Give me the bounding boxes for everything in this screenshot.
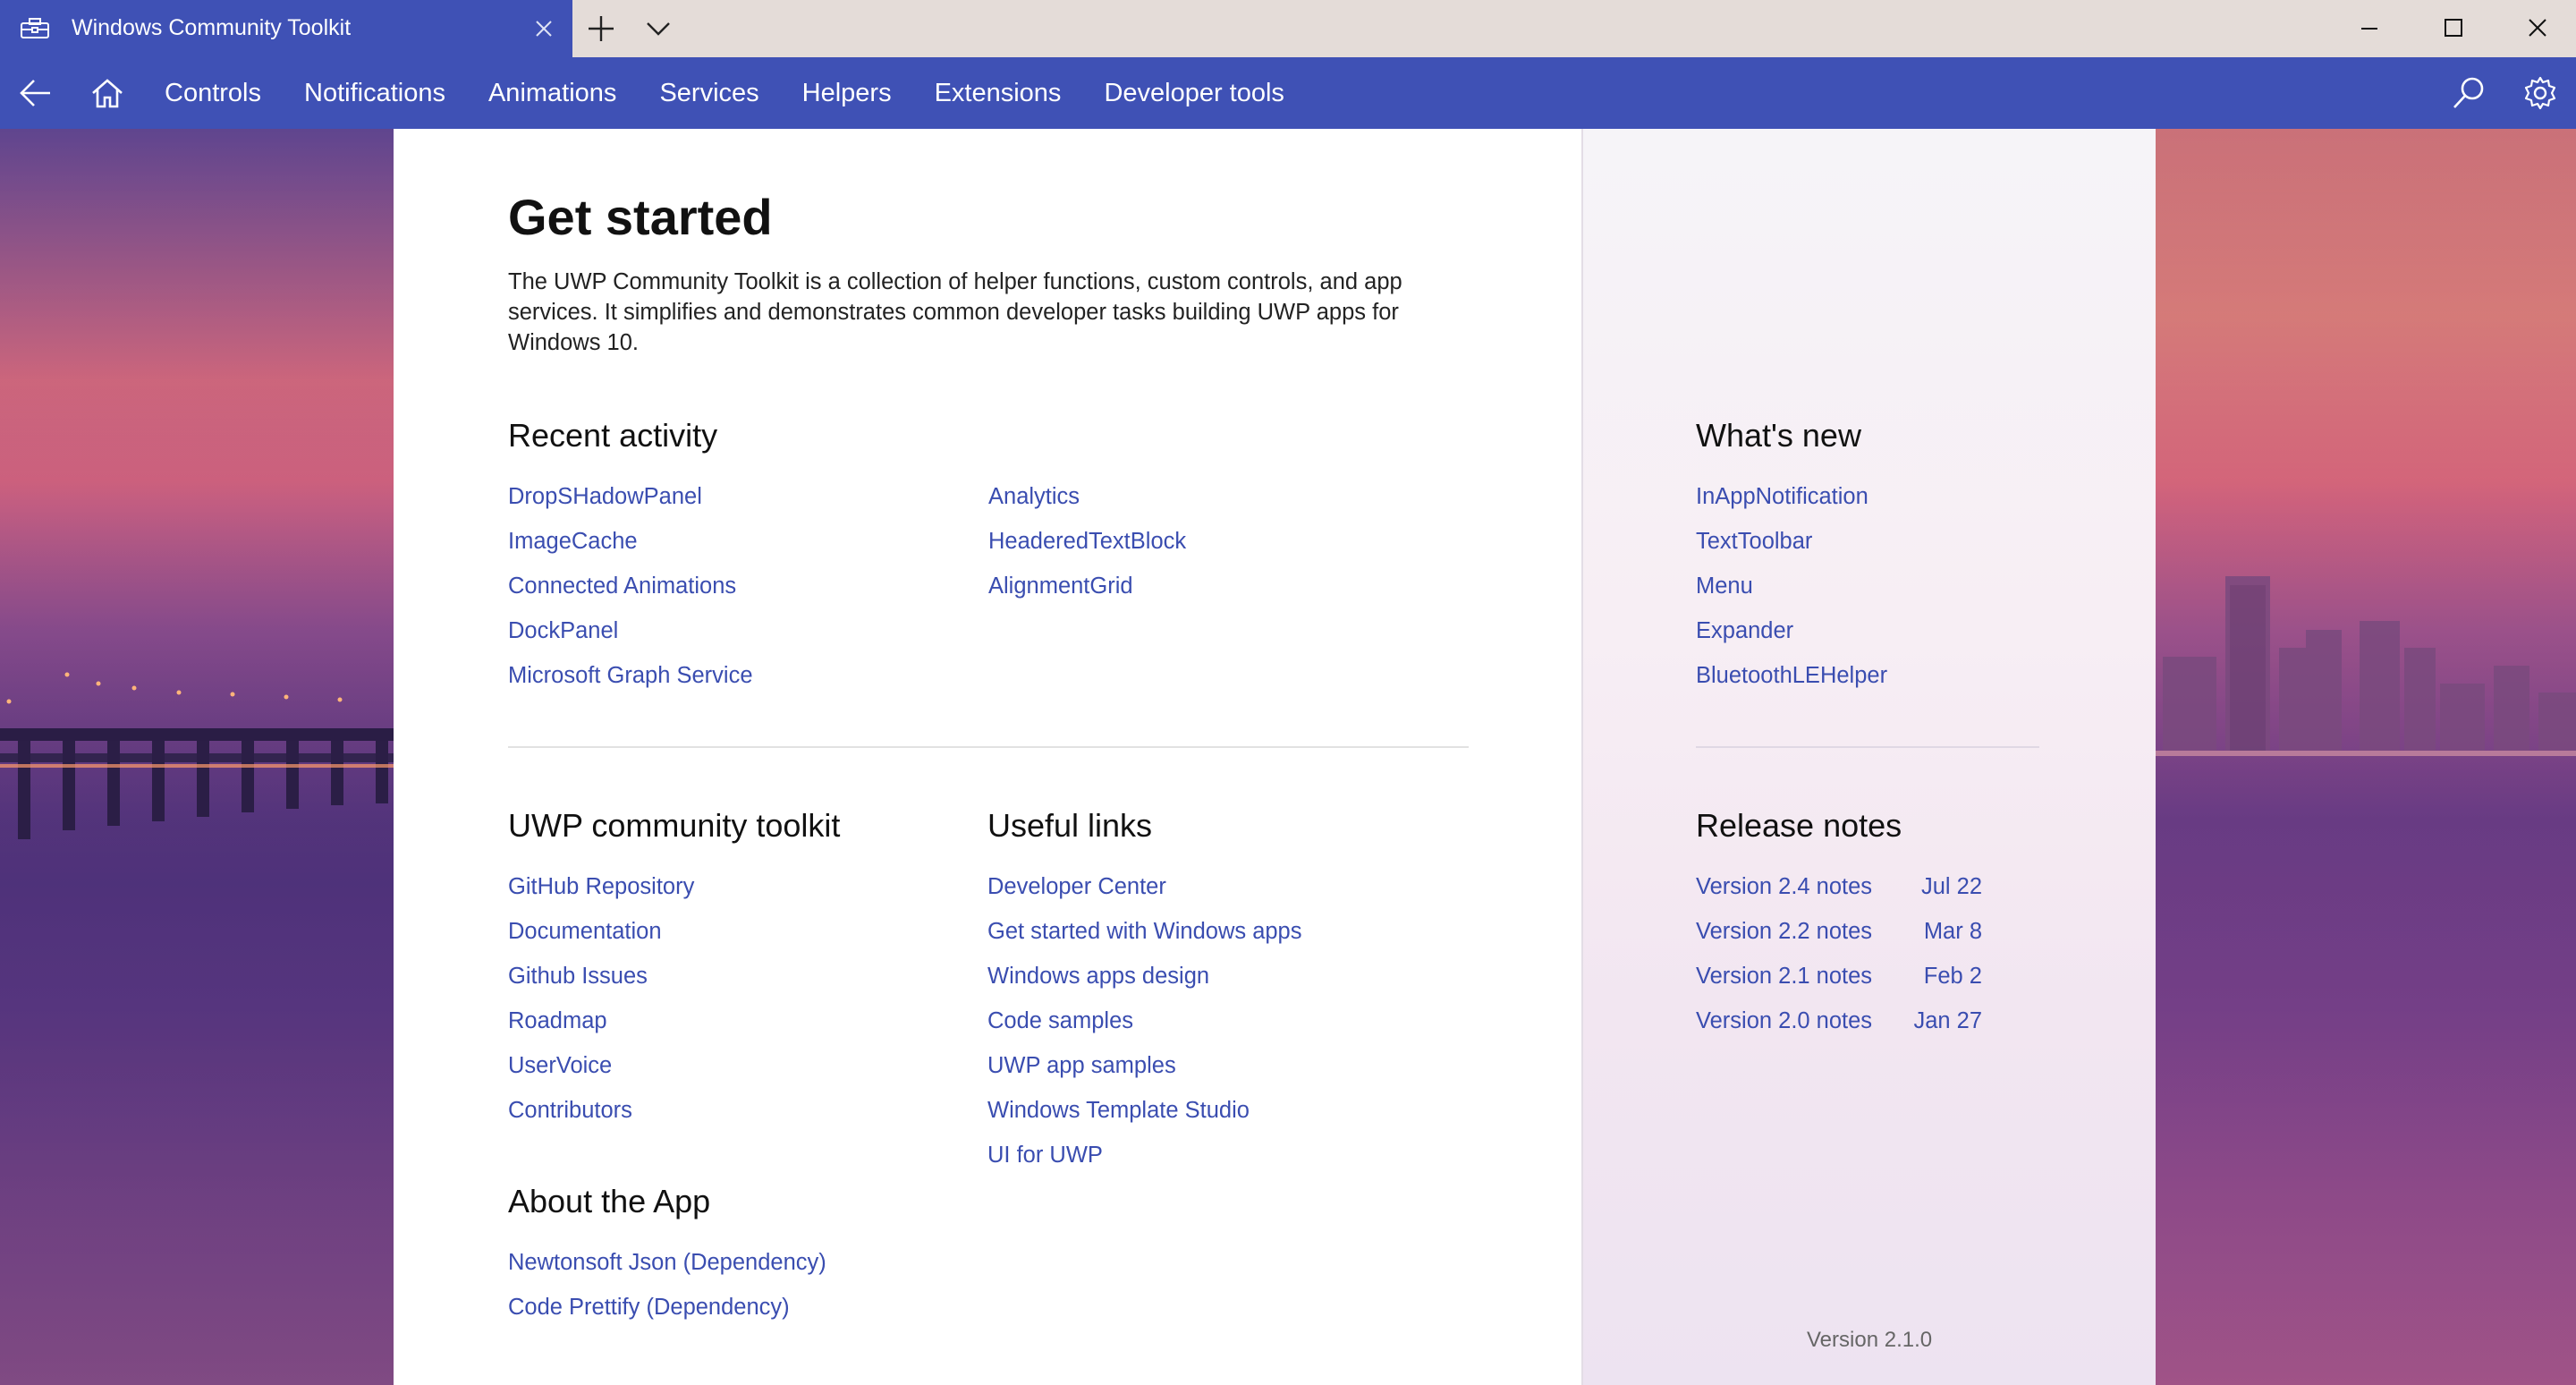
toolkit-link-github-repository[interactable]: GitHub Repository (508, 864, 694, 909)
useful-link[interactable]: Get started with Windows apps (987, 909, 1301, 954)
recent-link[interactable]: DockPanel (508, 608, 753, 653)
navigation-bar: Controls Notifications Animations Servic… (0, 57, 2576, 129)
window-title: Windows Community Toolkit (72, 15, 352, 40)
toolkit-heading: UWP community toolkit (508, 807, 841, 844)
nav-item-extensions[interactable]: Extensions (913, 57, 1083, 129)
bridge-silhouette (0, 672, 394, 839)
about-link-code-prettify[interactable]: Code Prettify (Dependency) (508, 1285, 826, 1330)
recent-link[interactable]: ImageCache (508, 519, 753, 564)
release-note-label[interactable]: Version 2.4 notes (1696, 864, 1872, 909)
toolbox-icon (20, 18, 50, 39)
minimize-icon[interactable] (2327, 0, 2411, 57)
back-arrow-icon[interactable] (16, 73, 55, 113)
release-note-row[interactable]: Version 2.0 notes Jan 27 (1696, 998, 1982, 1043)
whats-new-heading: What's new (1696, 417, 1861, 454)
nav-item-notifications[interactable]: Notifications (283, 57, 467, 129)
release-notes-heading: Release notes (1696, 807, 1902, 844)
whats-new-link[interactable]: TextToolbar (1696, 519, 1887, 564)
new-tab-plus-icon[interactable] (583, 13, 619, 45)
nav-item-helpers[interactable]: Helpers (781, 57, 913, 129)
toolkit-links: GitHub Repository Documentation Github I… (508, 864, 694, 1133)
browser-tab-active[interactable]: Windows Community Toolkit (0, 0, 572, 57)
release-note-row[interactable]: Version 2.2 notes Mar 8 (1696, 909, 1982, 954)
release-note-label[interactable]: Version 2.2 notes (1696, 909, 1872, 954)
release-note-date: Mar 8 (1923, 919, 1982, 944)
release-note-label[interactable]: Version 2.1 notes (1696, 954, 1872, 998)
toolkit-link-uservoice[interactable]: UserVoice (508, 1043, 694, 1088)
toolkit-link-documentation[interactable]: Documentation (508, 909, 694, 954)
recent-link[interactable]: Analytics (988, 474, 1186, 519)
section-divider (508, 746, 1469, 748)
whats-new-link[interactable]: Expander (1696, 608, 1887, 653)
recent-link[interactable]: Microsoft Graph Service (508, 653, 753, 698)
nav-item-services[interactable]: Services (638, 57, 780, 129)
recent-link[interactable]: HeaderedTextBlock (988, 519, 1186, 564)
release-notes-list: Version 2.4 notes Jul 22 Version 2.2 not… (1696, 864, 1982, 1043)
toolkit-link-github-issues[interactable]: Github Issues (508, 954, 694, 998)
recent-link[interactable]: Connected Animations (508, 564, 753, 608)
useful-links-list: Developer Center Get started with Window… (987, 864, 1301, 1177)
recent-activity-list-col1: DropSHadowPanel ImageCache Connected Ani… (508, 474, 753, 698)
gear-icon[interactable] (2521, 73, 2560, 113)
whats-new-link[interactable]: Menu (1696, 564, 1887, 608)
useful-link[interactable]: UWP app samples (987, 1043, 1301, 1088)
nav-item-developer-tools[interactable]: Developer tools (1082, 57, 1306, 129)
title-bar: Windows Community Toolkit (0, 0, 2576, 57)
recent-link[interactable]: DropSHadowPanel (508, 474, 753, 519)
page-description: The UWP Community Toolkit is a collectio… (508, 269, 1402, 355)
page-title: Get started (508, 189, 773, 245)
release-note-row[interactable]: Version 2.4 notes Jul 22 (1696, 864, 1982, 909)
recent-activity-list-col2: Analytics HeaderedTextBlock AlignmentGri… (988, 474, 1186, 608)
about-links: Newtonsoft Json (Dependency) Code Pretti… (508, 1240, 826, 1330)
release-note-date: Jul 22 (1920, 874, 1982, 899)
release-note-label[interactable]: Version 2.0 notes (1696, 998, 1872, 1043)
about-link-newtonsoft[interactable]: Newtonsoft Json (Dependency) (508, 1240, 826, 1285)
useful-link[interactable]: Developer Center (987, 864, 1301, 909)
city-skyline-silhouette (2154, 576, 2576, 756)
whats-new-list: InAppNotification TextToolbar Menu Expan… (1696, 474, 1887, 698)
app-version-label: Version 2.1.0 (1807, 1328, 1933, 1352)
side-panel (1581, 129, 2156, 1385)
nav-item-animations[interactable]: Animations (467, 57, 638, 129)
release-note-date: Jan 27 (1913, 1008, 1982, 1033)
useful-link[interactable]: Windows apps design (987, 954, 1301, 998)
useful-link[interactable]: UI for UWP (987, 1133, 1301, 1177)
chevron-down-icon[interactable] (640, 13, 676, 45)
toolkit-link-contributors[interactable]: Contributors (508, 1088, 694, 1133)
whats-new-link[interactable]: InAppNotification (1696, 474, 1887, 519)
about-heading: About the App (508, 1183, 711, 1219)
useful-link[interactable]: Windows Template Studio (987, 1088, 1301, 1133)
recent-activity-heading: Recent activity (508, 417, 718, 454)
side-divider (1696, 746, 2039, 748)
useful-link[interactable]: Code samples (987, 998, 1301, 1043)
close-tab-icon[interactable] (530, 14, 558, 43)
release-note-date: Feb 2 (1923, 964, 1982, 989)
whats-new-link[interactable]: BluetoothLEHelper (1696, 653, 1887, 698)
nav-item-controls[interactable]: Controls (143, 57, 283, 129)
close-window-icon[interactable] (2496, 0, 2576, 57)
search-icon[interactable] (2449, 73, 2488, 113)
maximize-icon[interactable] (2411, 0, 2496, 57)
nav-menu: Controls Notifications Animations Servic… (143, 57, 1306, 129)
recent-link[interactable]: AlignmentGrid (988, 564, 1186, 608)
useful-links-heading: Useful links (987, 807, 1153, 844)
toolkit-link-roadmap[interactable]: Roadmap (508, 998, 694, 1043)
release-note-row[interactable]: Version 2.1 notes Feb 2 (1696, 954, 1982, 998)
home-icon[interactable] (88, 73, 127, 113)
